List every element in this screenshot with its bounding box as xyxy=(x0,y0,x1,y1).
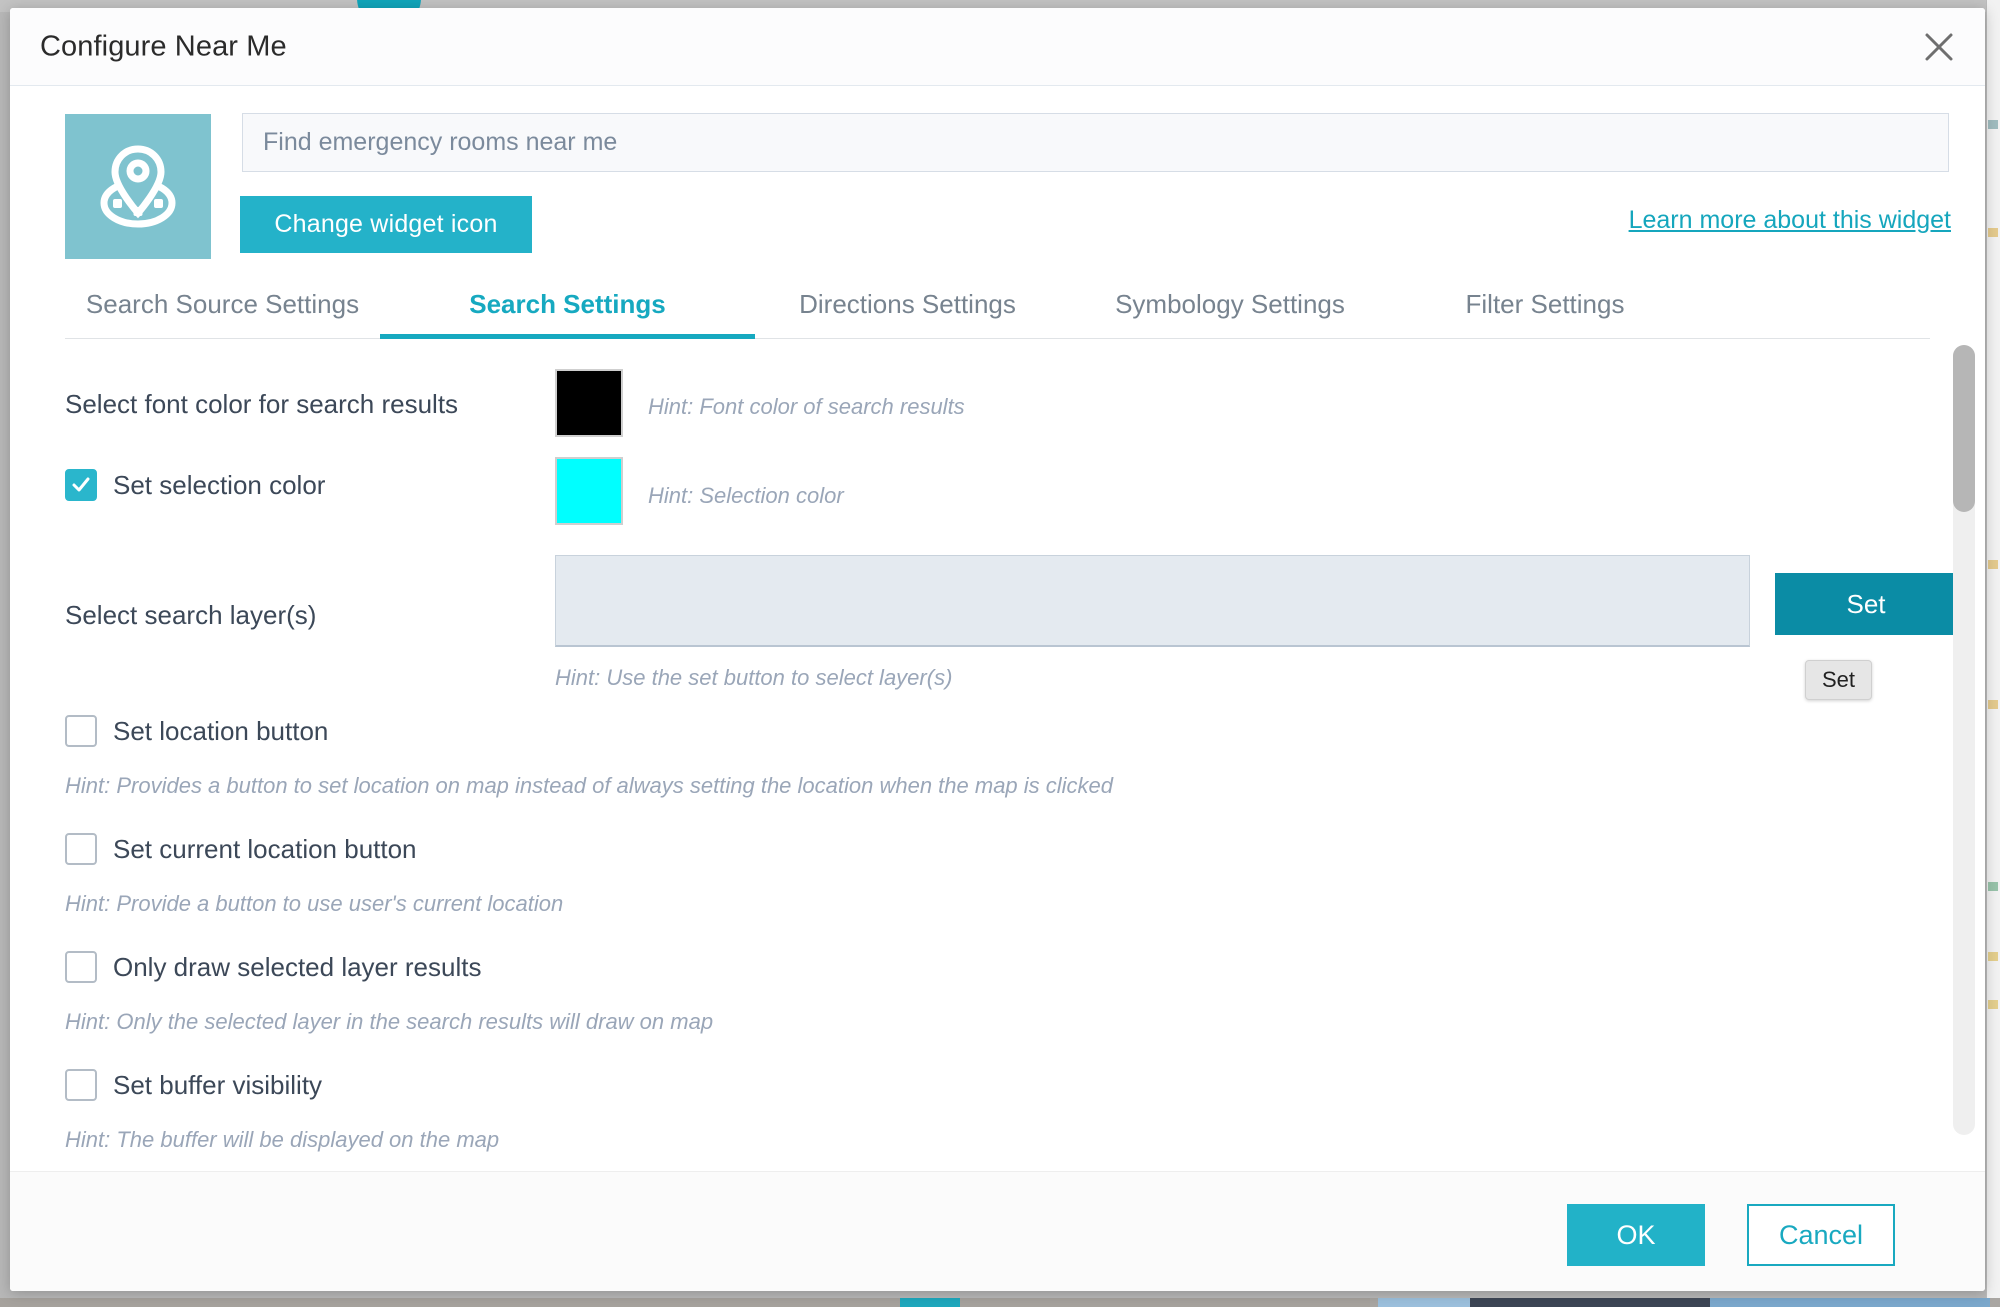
set-selection-color-label: Set selection color xyxy=(113,469,326,500)
background-chip xyxy=(1988,120,1998,129)
only-draw-selected-label: Only draw selected layer results xyxy=(113,951,482,982)
learn-more-link[interactable]: Learn more about this widget xyxy=(1629,206,1951,235)
selection-color-hint: Hint: Selection color xyxy=(648,483,844,508)
taskbar-segment xyxy=(1470,1298,1710,1307)
checkbox-box xyxy=(65,1069,97,1101)
checkbox-box xyxy=(65,951,97,983)
set-location-button-row: Set location button Hint: Provides a but… xyxy=(10,705,1985,823)
background-chip xyxy=(1988,228,1998,237)
set-buffer-visibility-label: Set buffer visibility xyxy=(113,1069,323,1100)
page-title: Configure Near Me xyxy=(40,30,287,62)
change-widget-icon-button[interactable]: Change widget icon xyxy=(240,196,532,253)
font-color-hint: Hint: Font color of search results xyxy=(648,394,965,419)
background-chip xyxy=(1988,952,1998,961)
background-chip xyxy=(1988,560,1998,569)
settings-content: Select font color for search results Hin… xyxy=(10,339,1985,1171)
taskbar-segment xyxy=(0,1298,1370,1307)
tab-directions-settings[interactable]: Directions Settings xyxy=(755,289,1060,338)
search-layers-label: Select search layer(s) xyxy=(65,600,317,630)
set-button-tooltip: Set xyxy=(1805,660,1873,700)
background-right-strip xyxy=(1986,0,2000,1307)
search-layers-row: Select search layer(s) Set Set Hint: Use… xyxy=(10,555,1985,705)
taskbar-segment xyxy=(1710,1298,1990,1307)
content-scrollbar-thumb[interactable] xyxy=(1953,345,1975,512)
search-layers-hint: Hint: Use the set button to select layer… xyxy=(555,665,953,690)
font-color-label: Select font color for search results xyxy=(65,389,459,419)
font-color-row: Select font color for search results Hin… xyxy=(10,369,1985,455)
tab-filter-settings[interactable]: Filter Settings xyxy=(1400,289,1690,338)
taskbar-segment xyxy=(900,1298,960,1307)
set-current-location-button-hint: Hint: Provide a button to use user's cur… xyxy=(65,891,564,916)
set-current-location-button-label: Set current location button xyxy=(113,833,417,864)
dialog-footer: OK Cancel xyxy=(10,1171,1985,1291)
cancel-button[interactable]: Cancel xyxy=(1747,1204,1895,1266)
widget-icon-tile[interactable] xyxy=(65,114,211,259)
search-layers-box[interactable] xyxy=(555,555,1750,647)
background-chip xyxy=(1988,1000,1998,1009)
tab-search-settings[interactable]: Search Settings xyxy=(380,289,755,339)
widget-identity-section: Change widget icon Learn more about this… xyxy=(10,86,1985,271)
checkbox-box xyxy=(65,469,97,501)
close-icon[interactable] xyxy=(1915,23,1963,71)
checkbox-box xyxy=(65,833,97,865)
set-current-location-button-checkbox[interactable]: Set current location button xyxy=(65,833,417,865)
set-buffer-visibility-hint: Hint: The buffer will be displayed on th… xyxy=(65,1127,500,1152)
ok-button[interactable]: OK xyxy=(1567,1204,1705,1266)
set-buffer-visibility-row: Set buffer visibility Hint: The buffer w… xyxy=(10,1059,1985,1159)
content-scrollbar[interactable] xyxy=(1953,345,1975,1135)
configure-near-me-dialog: Configure Near Me Change widget icon Lea… xyxy=(10,8,1985,1291)
settings-tab-bar: Search Source Settings Search Settings D… xyxy=(65,271,1930,339)
background-chip xyxy=(1988,700,1998,709)
widget-name-input[interactable] xyxy=(242,113,1949,172)
font-color-swatch[interactable] xyxy=(555,369,623,437)
only-draw-selected-row: Only draw selected layer results Hint: O… xyxy=(10,941,1985,1059)
set-location-button-label: Set location button xyxy=(113,715,329,746)
set-selection-color-checkbox[interactable]: Set selection color xyxy=(65,469,325,501)
set-current-location-button-row: Set current location button Hint: Provid… xyxy=(10,823,1985,941)
taskbar xyxy=(0,1298,2000,1307)
set-location-button-checkbox[interactable]: Set location button xyxy=(65,715,328,747)
selection-color-row: Set selection color Hint: Selection colo… xyxy=(10,455,1985,555)
checkbox-box xyxy=(65,715,97,747)
background-chip xyxy=(1988,882,1998,891)
tab-search-source-settings[interactable]: Search Source Settings xyxy=(65,289,380,338)
only-draw-selected-checkbox[interactable]: Only draw selected layer results xyxy=(65,951,481,983)
settings-content-area: Select font color for search results Hin… xyxy=(10,339,1985,1171)
tab-symbology-settings[interactable]: Symbology Settings xyxy=(1060,289,1400,338)
set-search-layers-button[interactable]: Set xyxy=(1775,573,1957,635)
dialog-header: Configure Near Me xyxy=(10,8,1985,86)
set-location-button-hint: Hint: Provides a button to set location … xyxy=(65,773,1114,798)
close-icon-glyph xyxy=(1925,33,1953,60)
set-buffer-visibility-checkbox[interactable]: Set buffer visibility xyxy=(65,1069,322,1101)
map-pin-near-me-icon xyxy=(100,144,176,227)
selection-color-swatch[interactable] xyxy=(555,457,623,525)
only-draw-selected-hint: Hint: Only the selected layer in the sea… xyxy=(65,1009,714,1034)
check-icon xyxy=(72,477,90,492)
